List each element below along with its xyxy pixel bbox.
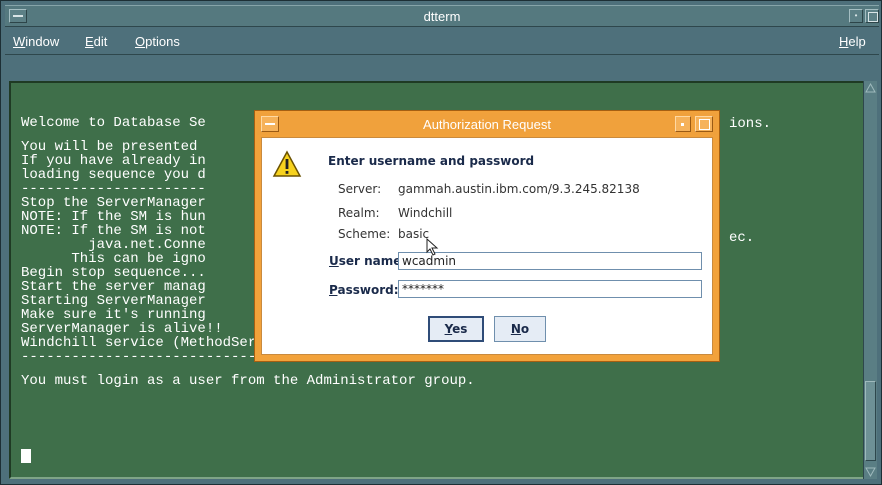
- maximize-button[interactable]: [865, 9, 879, 23]
- dialog-title: Authorization Request: [423, 117, 551, 132]
- menu-window[interactable]: Window: [13, 34, 59, 49]
- username-label: User name:: [329, 254, 407, 268]
- mouse-pointer-icon: [426, 238, 439, 256]
- no-button[interactable]: No: [494, 316, 546, 342]
- menu-options[interactable]: Options: [135, 34, 180, 49]
- realm-value: Windchill: [398, 206, 453, 220]
- window-title: dtterm: [423, 9, 461, 24]
- realm-label: Realm:: [338, 206, 380, 220]
- menu-bar: Window Edit Options Help: [5, 29, 879, 55]
- terminal-fragment: ions.: [729, 116, 772, 132]
- scheme-label: Scheme:: [338, 227, 391, 241]
- username-input[interactable]: [398, 252, 702, 270]
- title-bar[interactable]: dtterm •: [5, 5, 879, 27]
- minimize-button[interactable]: •: [849, 9, 863, 23]
- password-input[interactable]: [398, 280, 702, 298]
- password-label: Password:: [329, 283, 399, 297]
- text-cursor: [21, 449, 31, 463]
- authorization-dialog: Authorization Request Enter username and…: [254, 110, 720, 362]
- terminal-fragment: ec.: [729, 230, 755, 246]
- menu-edit[interactable]: Edit: [85, 34, 107, 49]
- dialog-heading: Enter username and password: [328, 154, 535, 168]
- scroll-up-icon[interactable]: [864, 81, 877, 95]
- server-value: gammah.austin.ibm.com/9.3.245.82138: [398, 182, 640, 196]
- yes-button[interactable]: Yes: [428, 316, 484, 342]
- vertical-scrollbar[interactable]: [863, 81, 877, 479]
- scheme-value: basic: [398, 227, 430, 241]
- menu-help[interactable]: Help: [839, 34, 866, 49]
- dialog-maximize-button[interactable]: [695, 116, 713, 132]
- warning-icon: [272, 150, 302, 177]
- dialog-title-bar[interactable]: Authorization Request: [257, 113, 717, 135]
- dialog-minimize-button[interactable]: [675, 116, 691, 132]
- server-label: Server:: [338, 182, 382, 196]
- dialog-body: Enter username and password Server: gamm…: [261, 137, 713, 355]
- terminal-line: You must login as a user from the Admini…: [21, 373, 475, 389]
- scroll-down-icon[interactable]: [864, 465, 877, 479]
- scroll-thumb[interactable]: [865, 381, 876, 461]
